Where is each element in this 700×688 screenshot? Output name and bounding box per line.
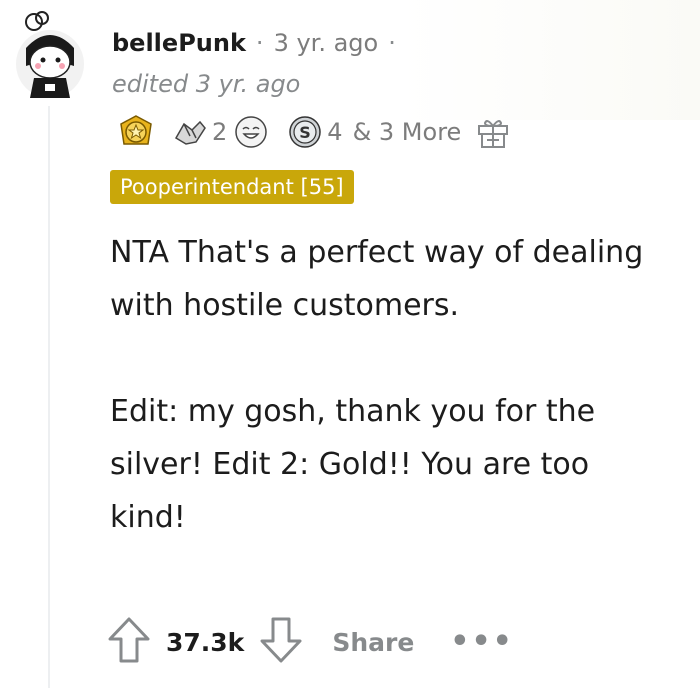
- more-awards-link[interactable]: & 3 More: [353, 118, 462, 146]
- share-button[interactable]: Share: [332, 628, 414, 657]
- comment-paragraph: Edit: my gosh, thank you for the silver!…: [110, 394, 596, 535]
- username-link[interactable]: bellePunk: [112, 29, 246, 57]
- user-flair: Pooperintendant [55]: [110, 170, 354, 204]
- awards-row[interactable]: 2 S 4 & 3 More: [118, 112, 511, 152]
- gold-award-icon[interactable]: [118, 114, 154, 150]
- award-count: 2: [212, 118, 228, 146]
- comment-card: bellePunk · 3 yr. ago · edited 3 yr. ago…: [0, 0, 700, 688]
- separator-dot: ·: [388, 29, 396, 57]
- separator-dot: ·: [255, 29, 264, 57]
- comment-body: NTA That's a perfect way of dealing with…: [110, 226, 670, 597]
- award-count: 4: [327, 118, 343, 146]
- avatar[interactable]: [12, 8, 88, 100]
- comment-paragraph: NTA That's a perfect way of dealing with…: [110, 235, 644, 323]
- svg-text:S: S: [300, 123, 312, 142]
- gift-icon[interactable]: [475, 114, 511, 150]
- downvote-icon[interactable]: [258, 615, 304, 669]
- vote-count: 37.3k: [166, 627, 245, 657]
- timestamp[interactable]: 3 yr. ago: [274, 29, 379, 57]
- more-options-button[interactable]: •••: [450, 627, 514, 657]
- comment-actions: 37.3k Share •••: [106, 614, 514, 670]
- handshake-award-icon[interactable]: [172, 114, 208, 150]
- silver-award-icon[interactable]: S: [287, 114, 323, 150]
- background-fade: [400, 0, 700, 120]
- upvote-icon[interactable]: [106, 615, 152, 669]
- edited-label: edited 3 yr. ago: [112, 70, 301, 98]
- comment-meta: bellePunk · 3 yr. ago ·: [112, 26, 406, 60]
- laughing-face-award-icon[interactable]: [233, 114, 269, 150]
- thread-line[interactable]: [48, 106, 50, 688]
